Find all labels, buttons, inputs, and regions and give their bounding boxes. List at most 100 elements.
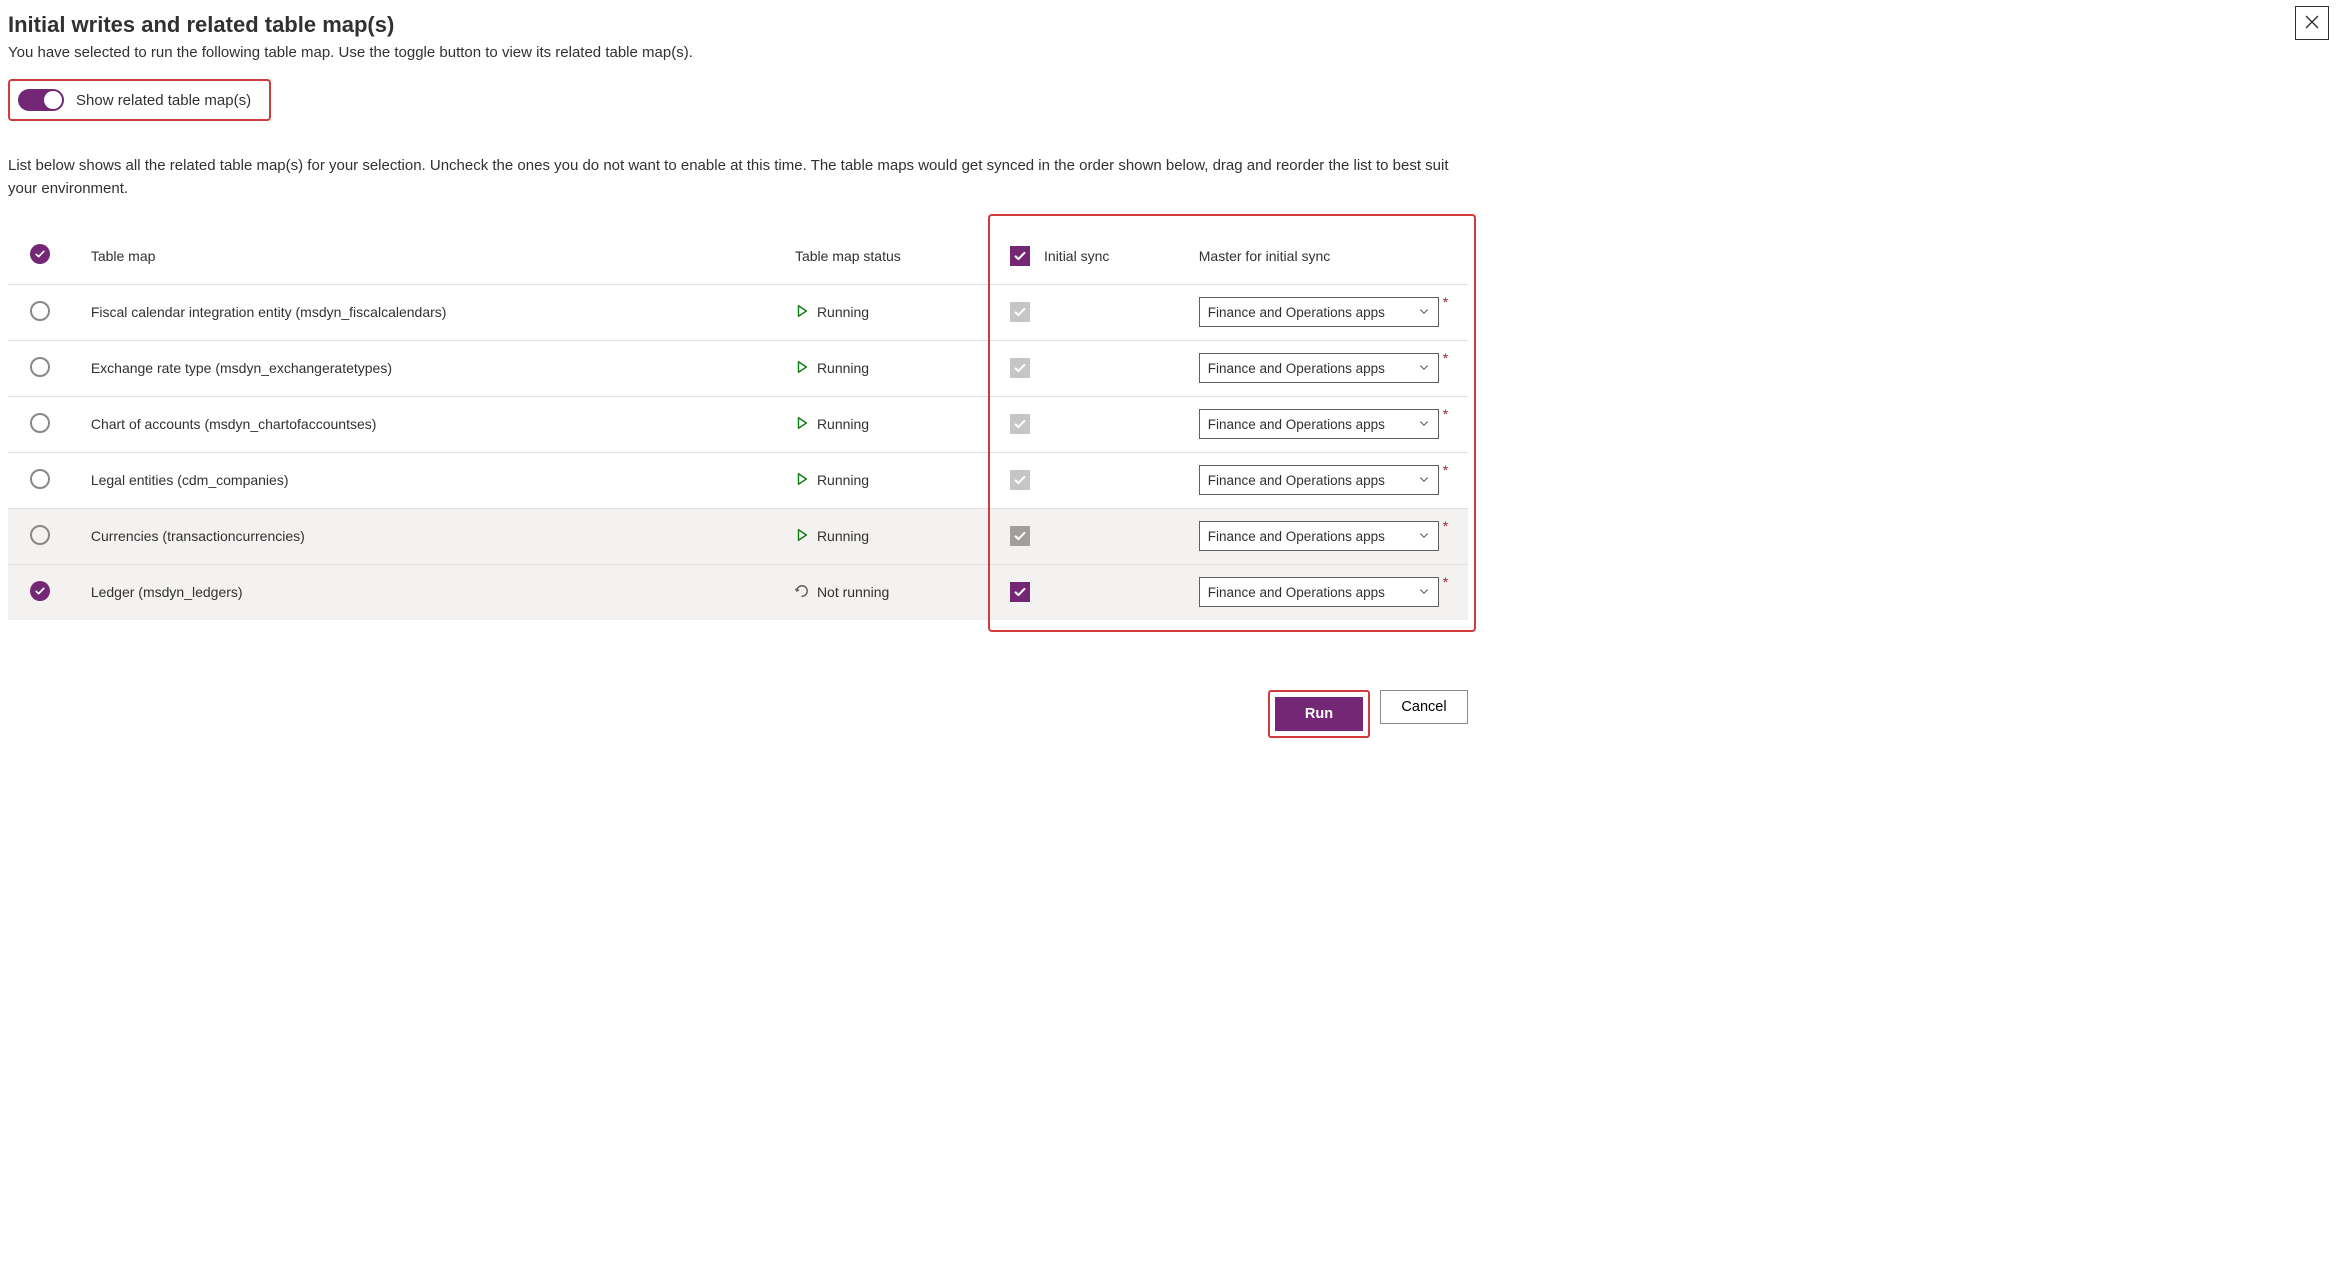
status-label: Running [817, 360, 869, 376]
table-row[interactable]: Fiscal calendar integration entity (msdy… [8, 284, 1468, 340]
chevron-down-icon [1418, 305, 1430, 320]
initial-sync-cell [1002, 396, 1199, 452]
table-map-name: Ledger (msdyn_ledgers) [91, 564, 795, 620]
required-indicator: * [1443, 351, 1448, 365]
table-map-name: Currencies (transactioncurrencies) [91, 508, 795, 564]
cancel-button[interactable]: Cancel [1380, 690, 1468, 724]
initial-sync-checkbox[interactable] [1010, 470, 1030, 490]
master-dropdown-value: Finance and Operations apps [1208, 417, 1385, 432]
play-icon [795, 472, 809, 489]
row-select-cell[interactable] [8, 452, 91, 508]
initial-sync-cell [1002, 564, 1199, 620]
master-cell: Finance and Operations apps * [1199, 340, 1468, 396]
table-map-grid: Table map Table map status Initial sync … [8, 228, 1468, 620]
table-row[interactable]: Exchange rate type (msdyn_exchangeratety… [8, 340, 1468, 396]
table-map-status: Not running [795, 564, 1002, 620]
table-map-grid-container: Table map Table map status Initial sync … [8, 228, 2329, 620]
master-dropdown-value: Finance and Operations apps [1208, 361, 1385, 376]
chevron-down-icon [1418, 417, 1430, 432]
initial-sync-checkbox[interactable] [1010, 358, 1030, 378]
master-dropdown[interactable]: Finance and Operations apps [1199, 297, 1439, 327]
master-dropdown[interactable]: Finance and Operations apps [1199, 465, 1439, 495]
status-label: Running [817, 304, 869, 320]
initial-sync-checkbox[interactable] [1010, 414, 1030, 434]
initial-writes-dialog: Initial writes and related table map(s) … [0, 0, 2337, 754]
table-row[interactable]: Currencies (transactioncurrencies) Runnin… [8, 508, 1468, 564]
initial-sync-checkbox[interactable] [1010, 526, 1030, 546]
initial-sync-cell [1002, 340, 1199, 396]
grid-header-status[interactable]: Table map status [795, 228, 1002, 284]
row-select-cell[interactable] [8, 340, 91, 396]
table-map-name: Legal entities (cdm_companies) [91, 452, 795, 508]
master-dropdown[interactable]: Finance and Operations apps [1199, 521, 1439, 551]
row-select-cell[interactable] [8, 508, 91, 564]
initial-sync-cell [1002, 284, 1199, 340]
table-map-status: Running [795, 452, 1002, 508]
status-label: Running [817, 472, 869, 488]
close-icon [2304, 14, 2320, 33]
play-icon [795, 528, 809, 545]
initial-sync-cell [1002, 508, 1199, 564]
chevron-down-icon [1418, 361, 1430, 376]
select-all-indicator [30, 244, 50, 264]
initial-sync-checkbox[interactable] [1010, 582, 1030, 602]
table-map-name: Exchange rate type (msdyn_exchangeratety… [91, 340, 795, 396]
row-select-cell[interactable] [8, 396, 91, 452]
master-cell: Finance and Operations apps* [1199, 396, 1468, 452]
row-select-cell[interactable] [8, 564, 91, 620]
master-cell: Finance and Operations apps * [1199, 564, 1468, 620]
master-cell: Finance and Operations apps* [1199, 452, 1468, 508]
row-select-cell[interactable] [8, 284, 91, 340]
master-dropdown[interactable]: Finance and Operations apps [1199, 409, 1439, 439]
table-map-name: Chart of accounts (msdyn_chartofaccounts… [91, 396, 795, 452]
table-row[interactable]: Legal entities (cdm_companies) Running Fin… [8, 452, 1468, 508]
master-dropdown[interactable]: Finance and Operations apps [1199, 353, 1439, 383]
master-dropdown-value: Finance and Operations apps [1208, 585, 1385, 600]
status-label: Running [817, 528, 869, 544]
table-row[interactable]: Chart of accounts (msdyn_chartofaccounts… [8, 396, 1468, 452]
status-label: Running [817, 416, 869, 432]
row-select-radio[interactable] [30, 301, 50, 321]
master-dropdown[interactable]: Finance and Operations apps [1199, 577, 1439, 607]
grid-header-table-map[interactable]: Table map [91, 228, 795, 284]
row-select-radio[interactable] [30, 525, 50, 545]
run-button[interactable]: Run [1275, 697, 1363, 731]
status-label: Not running [817, 584, 889, 600]
required-indicator: * [1443, 519, 1448, 533]
dialog-footer: Run Cancel [8, 690, 1468, 738]
row-select-radio[interactable] [30, 581, 50, 601]
close-button[interactable] [2295, 6, 2329, 40]
dialog-subtitle: You have selected to run the following t… [8, 44, 2329, 61]
initial-sync-checkbox[interactable] [1010, 302, 1030, 322]
table-row[interactable]: Ledger (msdyn_ledgers) Not running Finance… [8, 564, 1468, 620]
master-dropdown-value: Finance and Operations apps [1208, 529, 1385, 544]
chevron-down-icon [1418, 529, 1430, 544]
table-map-status: Running [795, 396, 1002, 452]
annotation-highlight-run: Run [1268, 690, 1370, 738]
row-select-radio[interactable] [30, 413, 50, 433]
list-description: List below shows all the related table m… [8, 155, 1458, 200]
grid-header-master[interactable]: Master for initial sync [1199, 228, 1468, 284]
master-cell: Finance and Operations apps * [1199, 284, 1468, 340]
initial-sync-select-all-checkbox[interactable] [1010, 246, 1030, 266]
row-select-radio[interactable] [30, 469, 50, 489]
table-map-status: Running [795, 508, 1002, 564]
not-running-icon [795, 584, 809, 601]
grid-header-initial-sync: Initial sync [1002, 228, 1199, 284]
required-indicator: * [1443, 295, 1448, 309]
master-dropdown-value: Finance and Operations apps [1208, 473, 1385, 488]
grid-header-select[interactable] [8, 228, 91, 284]
master-cell: Finance and Operations apps * [1199, 508, 1468, 564]
chevron-down-icon [1418, 585, 1430, 600]
show-related-toggle[interactable] [18, 89, 64, 111]
row-select-radio[interactable] [30, 357, 50, 377]
play-icon [795, 304, 809, 321]
dialog-title: Initial writes and related table map(s) [8, 12, 2329, 38]
show-related-toggle-label: Show related table map(s) [76, 92, 251, 109]
initial-sync-cell [1002, 452, 1199, 508]
grid-header-row: Table map Table map status Initial sync … [8, 228, 1468, 284]
table-map-status: Running [795, 284, 1002, 340]
table-map-status: Running [795, 340, 1002, 396]
required-indicator: * [1443, 575, 1448, 589]
master-dropdown-value: Finance and Operations apps [1208, 305, 1385, 320]
